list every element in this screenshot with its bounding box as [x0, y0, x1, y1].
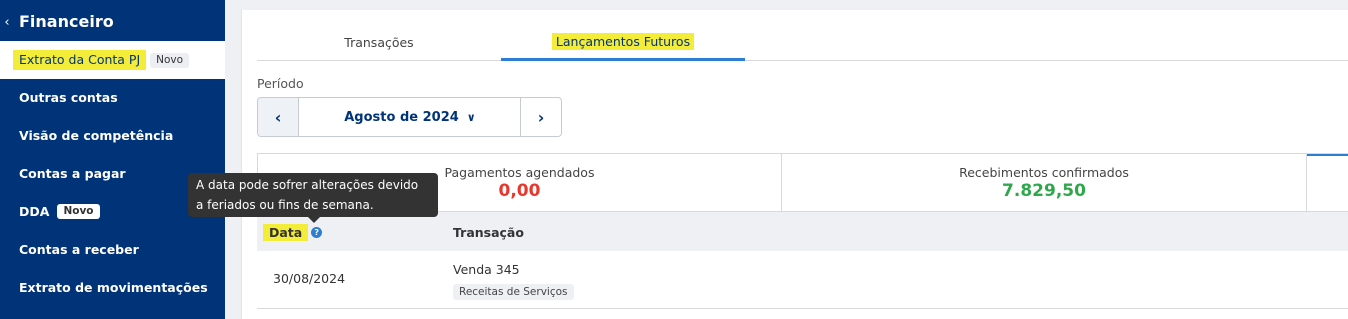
sidebar-item-contas-receber[interactable]: Contas a receber	[19, 239, 139, 259]
summary-label: Pagamentos agendados	[444, 164, 595, 180]
column-header-label: Transação	[453, 224, 524, 240]
summary-next-column[interactable]	[1307, 154, 1348, 211]
column-header-label: Data	[263, 223, 309, 241]
sidebar-item-label: Contas a receber	[19, 241, 139, 257]
sidebar-item-label: Extrato de movimentações	[19, 279, 208, 295]
summary-label: Recebimentos confirmados	[959, 164, 1129, 180]
sidebar-item-label: DDA	[19, 203, 50, 219]
column-header-date[interactable]: Data ?	[263, 222, 323, 242]
chevron-left-icon: ‹	[274, 107, 282, 127]
period-label: Período	[257, 76, 304, 91]
row-date: 30/08/2024	[273, 271, 346, 286]
chevron-down-icon: ∨	[466, 110, 476, 124]
sidebar-item-extrato-conta-pj[interactable]: Extrato da Conta PJ Novo	[0, 41, 225, 79]
tab-lancamentos-futuros[interactable]: Lançamentos Futuros	[501, 24, 745, 61]
sidebar-item-dda[interactable]: DDA Novo	[19, 201, 100, 221]
category-tag: Receitas de Serviços	[453, 284, 574, 300]
row-description: Venda 345	[453, 262, 520, 277]
sidebar-item-label: Contas a pagar	[19, 165, 126, 181]
sidebar-item-outras-contas[interactable]: Outras contas	[19, 87, 118, 107]
chevron-left-icon[interactable]: ‹	[0, 10, 14, 34]
sidebar-item-label: Visão de competência	[19, 127, 174, 143]
tooltip-arrow	[308, 217, 320, 223]
help-icon[interactable]: ?	[311, 226, 323, 238]
tooltip-line: A data pode sofrer alterações devido	[196, 178, 419, 192]
tooltip-line: a feriados ou fins de semana.	[196, 198, 374, 212]
sidebar-item-visao-competencia[interactable]: Visão de competência	[19, 125, 173, 145]
sidebar-item-contas-pagar[interactable]: Contas a pagar	[19, 163, 126, 183]
sidebar: ‹ Financeiro Extrato da Conta PJ Novo Ou…	[0, 0, 225, 319]
month-value: Agosto de 2024	[344, 109, 459, 125]
sidebar-item-label: Extrato da Conta PJ	[13, 50, 147, 70]
sidebar-title: Financeiro	[19, 12, 114, 31]
summary-value: 7.829,50	[1002, 180, 1086, 201]
tab-bar: Transações Lançamentos Futuros	[257, 24, 1348, 61]
tab-transacoes[interactable]: Transações	[257, 24, 501, 61]
new-badge: Novo	[150, 52, 190, 68]
summary-value: 0,00	[498, 180, 541, 201]
date-tooltip: A data pode sofrer alterações devido a f…	[188, 173, 438, 223]
summary-confirmed-receipts: Recebimentos confirmados 7.829,50	[782, 154, 1307, 211]
previous-month-button[interactable]: ‹	[258, 98, 299, 136]
tab-label: Transações	[344, 35, 414, 50]
column-header-transaction[interactable]: Transação	[453, 222, 524, 242]
period-selector: ‹ Agosto de 2024 ∨ ›	[257, 97, 562, 137]
next-month-button[interactable]: ›	[520, 98, 561, 136]
new-badge: Novo	[57, 203, 100, 219]
sidebar-item-label: Outras contas	[19, 89, 118, 105]
sidebar-item-extrato-movimentacoes[interactable]: Extrato de movimentações	[19, 277, 208, 297]
chevron-right-icon: ›	[537, 107, 545, 127]
table-row[interactable]: 30/08/2024 Venda 345 Receitas de Serviço…	[257, 251, 1348, 309]
tab-label: Lançamentos Futuros	[551, 32, 695, 50]
table-header: Data ? Transação	[257, 212, 1348, 251]
month-dropdown[interactable]: Agosto de 2024 ∨	[299, 98, 521, 136]
